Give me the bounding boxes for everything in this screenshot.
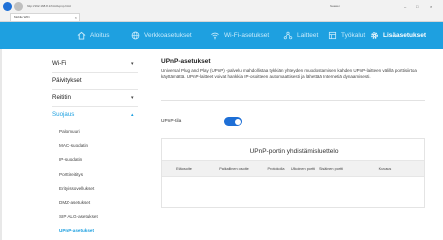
chevron-down-icon: ▾ bbox=[131, 95, 134, 101]
sidebar-subitem-port-forwarding[interactable]: Porttireititys bbox=[52, 168, 142, 182]
tab-close-icon[interactable]: × bbox=[75, 14, 77, 21]
wifi-icon bbox=[211, 32, 219, 40]
minimize-button[interactable]: – bbox=[404, 2, 406, 11]
nav-network-settings[interactable]: Verkkoasetukset bbox=[131, 22, 192, 49]
page-description: Universal Plug and Play (UPnP) -palvelu … bbox=[161, 68, 417, 80]
chevron-up-icon: ▴ bbox=[131, 112, 134, 118]
nav-wifi-settings[interactable]: Wi-Fi-asetukset bbox=[210, 22, 269, 49]
table-header: Etäosoite Paikallinen osoite Protokolla … bbox=[162, 160, 424, 177]
address-bar[interactable]: http://192.168.8.1/html/upnp.html bbox=[27, 2, 327, 11]
nav-tools-label: Työkalut bbox=[341, 32, 366, 39]
sidebar-subitem-upnp[interactable]: UPnP-asetukset bbox=[52, 224, 142, 238]
sidebar-subitem-dmz[interactable]: DMZ-asetukset bbox=[52, 196, 142, 210]
home-icon bbox=[77, 31, 86, 40]
column-header-external-port: Ulkoinen portti bbox=[290, 167, 316, 172]
column-header-description: Kuvaus bbox=[378, 167, 392, 172]
table-title: UPnP-portin yhdistämisluettelo bbox=[249, 148, 339, 155]
column-header-protocol: Protokolla bbox=[267, 167, 285, 172]
nav-network-settings-label: Verkkoasetukset bbox=[144, 32, 192, 39]
sidebar-subitem-sip-alg[interactable]: SIP ALG-asetukset bbox=[52, 210, 142, 224]
sidebar-item-router[interactable]: Reititin ▾ bbox=[52, 90, 142, 106]
sidebar-item-wifi[interactable]: Wi-Fi ▾ bbox=[52, 56, 142, 72]
forward-button[interactable] bbox=[14, 2, 23, 11]
sidebar-item-label: Suojaus bbox=[52, 111, 75, 118]
column-header-internal-port: Sisäinen portti bbox=[318, 167, 344, 172]
nav-wifi-settings-label: Wi-Fi-asetukset bbox=[224, 32, 270, 39]
back-button[interactable] bbox=[3, 2, 12, 11]
upnp-mapping-table: UPnP-portin yhdistämisluettelo Etäosoite… bbox=[161, 138, 425, 208]
nav-devices[interactable]: Laitteet bbox=[283, 22, 318, 49]
nav-devices-label: Laitteet bbox=[297, 32, 319, 39]
main-content: UPnP-asetukset Universal Plug and Play (… bbox=[161, 56, 425, 80]
page-title: UPnP-asetukset bbox=[161, 58, 211, 65]
browser-chrome: http://192.168.8.1/html/upnp.html huawei… bbox=[0, 0, 443, 22]
sidebar-subitem-special-applications[interactable]: Erityissovellukset bbox=[52, 182, 142, 196]
chevron-down-icon: ▾ bbox=[131, 61, 134, 67]
sidebar-item-label: Päivitykset bbox=[52, 77, 82, 84]
sidebar-item-updates[interactable]: Päivitykset bbox=[52, 73, 142, 89]
devices-icon bbox=[283, 31, 293, 40]
nav-home-label: Aloitus bbox=[90, 32, 110, 39]
nav-advanced-settings-label: Lisäasetukset bbox=[383, 32, 426, 39]
sidebar-item-label: Reititin bbox=[52, 94, 71, 101]
divider bbox=[161, 100, 425, 101]
sidebar-subitem-firewall[interactable]: Palomuuri bbox=[52, 125, 142, 139]
column-header-remote-address: Etäosoite bbox=[176, 167, 192, 172]
tab-title: Mobile WiFi bbox=[14, 15, 30, 19]
toggle-knob bbox=[234, 118, 241, 125]
globe-icon bbox=[131, 31, 140, 40]
sidebar-subitem-ip-filter[interactable]: IP-suodatin bbox=[52, 153, 142, 167]
maximize-button[interactable]: □ bbox=[416, 2, 418, 11]
browser-tab[interactable]: Mobile WiFi × bbox=[10, 13, 80, 21]
page-edge bbox=[0, 22, 2, 240]
sidebar-item-label: Wi-Fi bbox=[52, 60, 67, 67]
gear-icon bbox=[371, 32, 378, 39]
column-header-local-address: Paikallinen osoite bbox=[219, 167, 249, 172]
upnp-toggle-label: UPnP-tila bbox=[161, 119, 182, 124]
top-navigation: Aloitus Verkkoasetukset Wi-Fi-asetukset … bbox=[0, 22, 443, 49]
tools-icon bbox=[328, 31, 337, 40]
sidebar: Wi-Fi ▾ Päivitykset Reititin ▾ Suojaus ▴… bbox=[52, 56, 142, 239]
nav-advanced-settings[interactable]: Lisäasetukset bbox=[370, 22, 426, 49]
upnp-toggle[interactable] bbox=[224, 117, 242, 126]
security-submenu: Palomuuri MAC-suodatin IP-suodatin Portt… bbox=[52, 125, 142, 239]
search-box[interactable]: huawei bbox=[330, 2, 390, 11]
close-window-button[interactable]: × bbox=[430, 2, 432, 11]
sidebar-subitem-mac-filter[interactable]: MAC-suodatin bbox=[52, 139, 142, 153]
nav-home[interactable]: Aloitus bbox=[77, 22, 110, 49]
sidebar-item-security[interactable]: Suojaus ▴ bbox=[52, 107, 142, 123]
nav-tools[interactable]: Työkalut bbox=[328, 22, 365, 49]
